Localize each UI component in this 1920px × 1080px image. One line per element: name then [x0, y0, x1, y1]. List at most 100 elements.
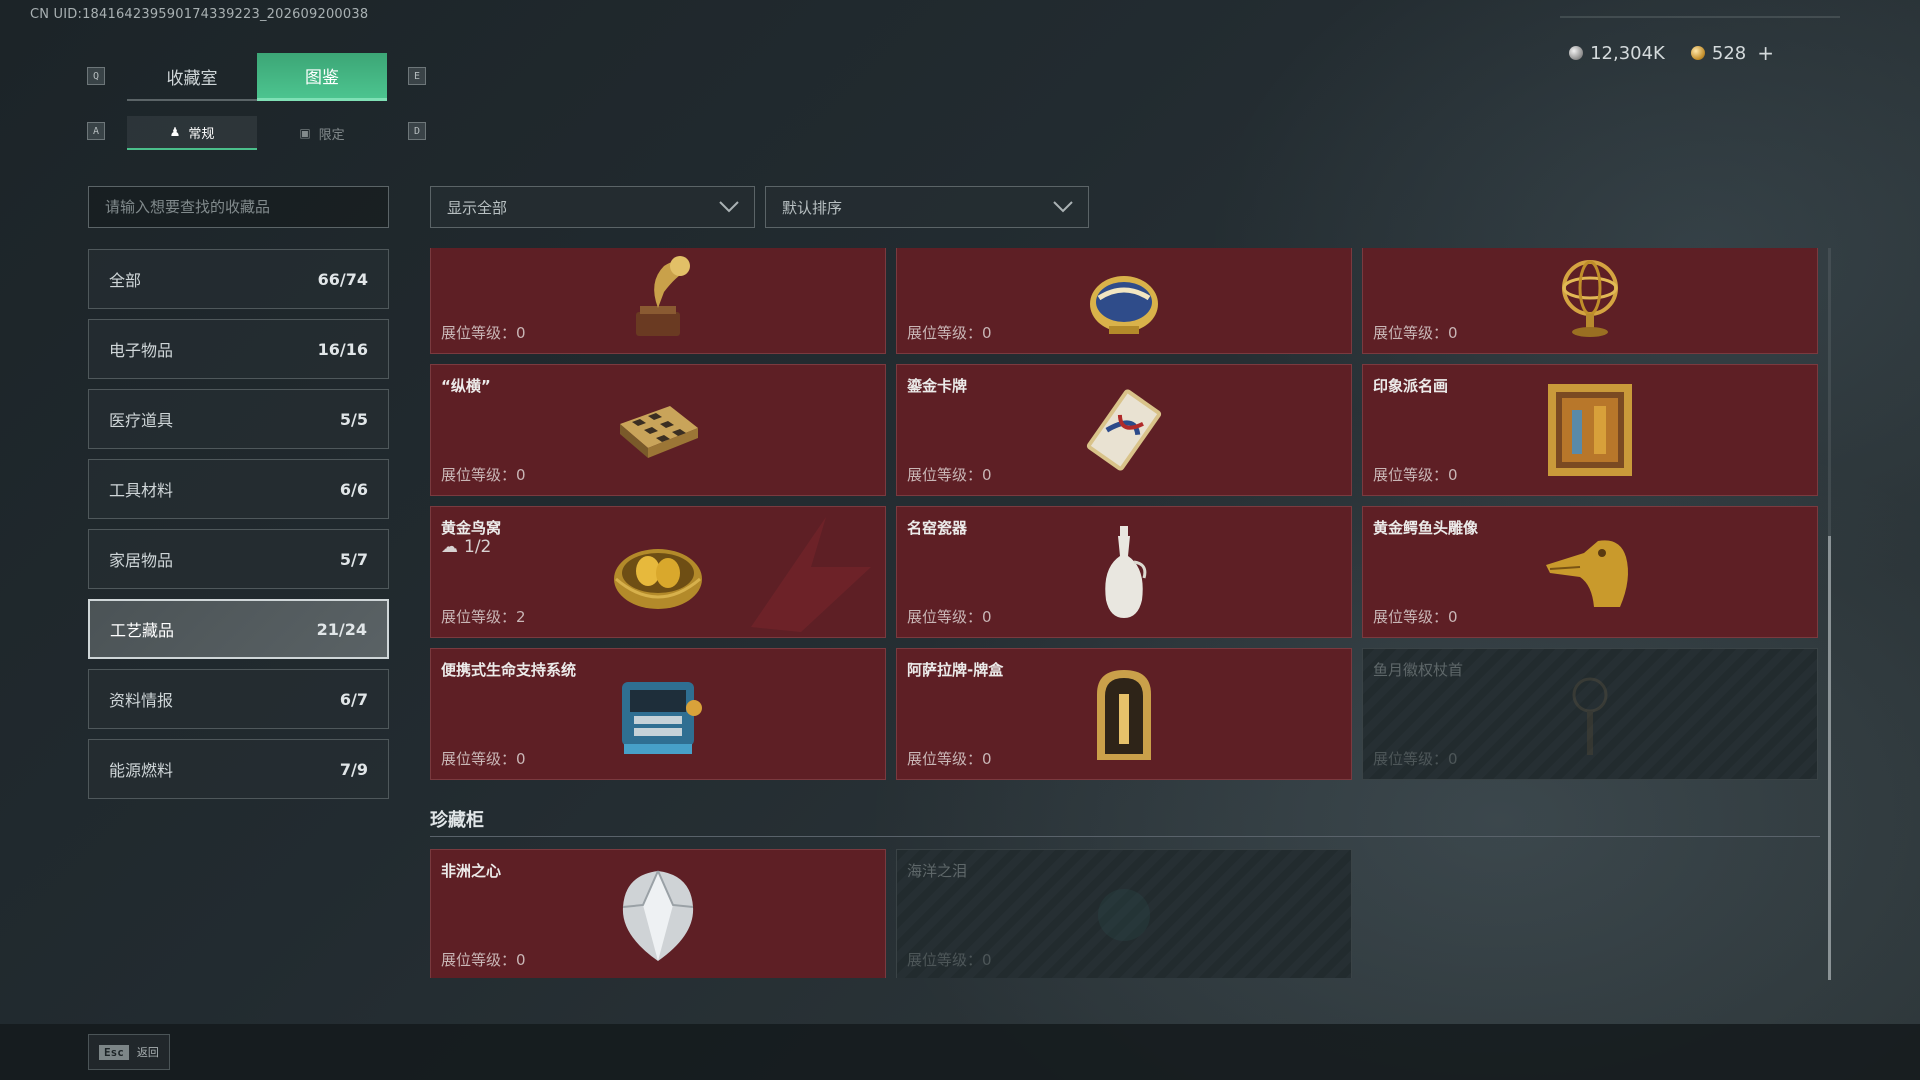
item-name: 黄金鳄鱼头雕像 [1373, 519, 1479, 537]
painting-icon [1535, 375, 1645, 485]
category-label: 医疗道具 [109, 411, 174, 430]
chessboard-icon [603, 375, 713, 485]
card-box-icon [1069, 659, 1179, 769]
level-prefix: 展位等级： [907, 750, 983, 768]
level-value: 0 [982, 608, 992, 626]
filter-dropdown[interactable]: 显示全部 [430, 186, 755, 228]
item-card[interactable]: 黄金鳄鱼头雕像 展位等级：0 [1362, 506, 1818, 638]
category-household[interactable]: 家居物品 5/7 [88, 529, 389, 589]
item-card[interactable]: 便携式生命支持系统 展位等级：0 [430, 648, 886, 780]
level-prefix: 展位等级： [441, 608, 517, 626]
gold-coin-icon [1690, 46, 1705, 60]
item-name: “纵横” [441, 377, 491, 395]
level-prefix: 展位等级： [441, 466, 517, 484]
top-divider [1560, 16, 1840, 18]
main-tabs: 收藏室 图鉴 [127, 53, 387, 101]
display-level: 展位等级：0 [441, 464, 526, 485]
level-prefix: 展位等级： [907, 951, 983, 969]
back-button[interactable]: Esc 返回 [88, 1034, 170, 1070]
limited-icon: ▣ [299, 126, 311, 140]
category-fuel[interactable]: 能源燃料 7/9 [88, 739, 389, 799]
item-card[interactable]: 阿萨拉牌-牌盒 展位等级：0 [896, 648, 1352, 780]
level-value: 0 [516, 466, 526, 484]
level-value: 0 [982, 324, 992, 342]
cabinet-item-card-locked[interactable]: 海洋之泪 展位等级：0 [896, 849, 1352, 978]
level-prefix: 展位等级： [907, 608, 983, 626]
level-value: 0 [516, 750, 526, 768]
level-value: 0 [1448, 608, 1458, 626]
regular-icon: ♟ [169, 125, 181, 139]
diamond-icon [603, 860, 713, 970]
level-value: 0 [516, 324, 526, 342]
gilded-card-icon [1069, 375, 1179, 485]
display-level: 展位等级：0 [441, 322, 526, 343]
item-card[interactable]: 印象派名画 展位等级：0 [1362, 364, 1818, 496]
item-card[interactable]: 展位等级：0 [1362, 248, 1818, 354]
level-prefix: 展位等级： [907, 324, 983, 342]
subtab-limited[interactable]: ▣ 限定 [257, 116, 387, 150]
item-name: 名窑瓷器 [907, 519, 968, 537]
uid-label: CN UID:1841642395901743392​23_2026092000… [30, 7, 369, 22]
display-level: 展位等级：0 [441, 748, 526, 769]
tab-catalog[interactable]: 图鉴 [257, 53, 387, 101]
item-card[interactable]: 鎏金卡牌 展位等级：0 [896, 364, 1352, 496]
level-value: 0 [982, 750, 992, 768]
jeweled-egg-icon [1069, 248, 1179, 352]
display-level: 展位等级：0 [1373, 748, 1458, 769]
item-card[interactable]: 黄金鸟窝 ☁ 1/2 展位等级：2 [430, 506, 886, 638]
subtab-regular[interactable]: ♟ 常规 [127, 116, 257, 150]
category-count: 6/6 [339, 479, 368, 499]
level-prefix: 展位等级： [1373, 750, 1449, 768]
item-card[interactable]: “纵横” 展位等级：0 [430, 364, 886, 496]
search-box [88, 186, 389, 228]
back-label: 返回 [136, 1046, 159, 1059]
category-electronics[interactable]: 电子物品 16/16 [88, 319, 389, 379]
search-input[interactable] [105, 198, 388, 216]
category-label: 家居物品 [109, 551, 174, 570]
level-prefix: 展位等级： [441, 750, 517, 768]
category-crafts[interactable]: 工艺藏品 21/24 [88, 599, 389, 659]
level-prefix: 展位等级： [1373, 608, 1449, 626]
silver-coin-icon [1569, 46, 1584, 60]
stack-icon: ☁ [441, 537, 458, 557]
sort-value: 默认排序 [782, 198, 843, 217]
category-label: 能源燃料 [109, 761, 174, 780]
item-card[interactable]: 展位等级：0 [430, 248, 886, 354]
gold-amount: 528 [1711, 42, 1747, 64]
item-grid: 展位等级：0 展位等级：0 展位等级：0 “纵横” 展位等级：0 鎏金卡牌 展位… [430, 248, 1820, 978]
cabinet-item-card[interactable]: 非洲之心 展位等级：0 [430, 849, 886, 978]
display-level: 展位等级：0 [1373, 464, 1458, 485]
gramophone-icon [603, 248, 713, 352]
category-label: 电子物品 [109, 341, 174, 360]
key-q-hint: Q [87, 67, 105, 85]
category-count: 16/16 [317, 339, 368, 359]
silver-amount: 12,304K [1590, 42, 1665, 64]
item-name: 黄金鸟窝 [441, 519, 502, 537]
category-label: 工艺藏品 [110, 621, 175, 640]
brand-watermark-icon [751, 517, 871, 632]
level-value: 0 [982, 951, 992, 969]
category-medical[interactable]: 医疗道具 5/5 [88, 389, 389, 449]
scrollbar-thumb[interactable] [1828, 536, 1831, 980]
display-level: 展位等级：0 [907, 606, 992, 627]
display-level: 展位等级：0 [907, 949, 992, 970]
section-divider [430, 836, 1820, 837]
key-d-hint: D [408, 122, 426, 140]
item-name: 海洋之泪 [907, 862, 968, 880]
porcelain-vase-icon [1069, 517, 1179, 627]
tab-collection-room[interactable]: 收藏室 [127, 53, 257, 101]
item-card[interactable]: 展位等级：0 [896, 248, 1352, 354]
sort-dropdown[interactable]: 默认排序 [765, 186, 1089, 228]
gold-currency: 528 + [1690, 41, 1774, 65]
category-all[interactable]: 全部 66/74 [88, 249, 389, 309]
category-intel[interactable]: 资料情报 6/7 [88, 669, 389, 729]
item-card[interactable]: 名窑瓷器 展位等级：0 [896, 506, 1352, 638]
item-card-locked[interactable]: 鱼月徽权杖首 展位等级：0 [1362, 648, 1818, 780]
currency-bar: 12,304K 528 + [1549, 38, 1794, 68]
add-currency-button[interactable]: + [1757, 41, 1774, 65]
level-prefix: 展位等级： [1373, 324, 1449, 342]
category-tools[interactable]: 工具材料 6/6 [88, 459, 389, 519]
level-value: 0 [1448, 324, 1458, 342]
esc-key-label: Esc [99, 1044, 129, 1060]
item-name: 非洲之心 [441, 862, 502, 880]
